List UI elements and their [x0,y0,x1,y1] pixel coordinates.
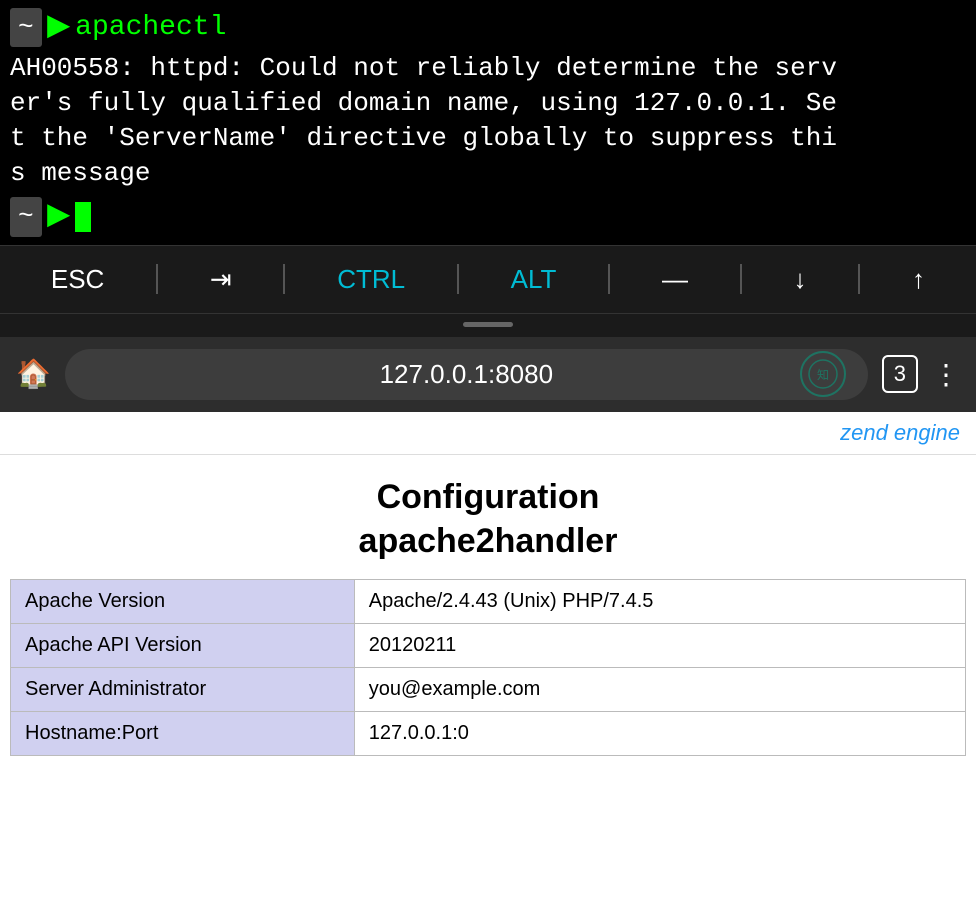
ctrl-key[interactable]: CTRL [327,260,415,299]
esc-key[interactable]: ESC [41,260,114,299]
key-divider-6 [858,264,860,294]
key-divider-2 [283,264,285,294]
more-button[interactable]: ⋮ [932,358,960,391]
table-cell-label: Hostname:Port [11,711,355,755]
key-divider-5 [740,264,742,294]
table-row: Server Administratoryou@example.com [11,667,966,711]
browser-bar: 🏠 127.0.0.1:8080 知 3 ⋮ [0,337,976,412]
command-text: apachectl [75,9,226,47]
config-title: Configuration apache2handler [0,475,976,563]
key-divider-1 [156,264,158,294]
zend-banner: zend engine [0,412,976,455]
table-row: Apache API Version20120211 [11,623,966,667]
cursor-block [75,202,91,232]
dash-key[interactable]: — [652,260,698,299]
alt-key[interactable]: ALT [501,260,567,299]
home-icon[interactable]: 🏠 [16,357,51,392]
terminal-output: AH00558: httpd: Could not reliably deter… [10,51,966,191]
arrow-icon-2: ▶ [48,198,70,236]
table-cell-value: 127.0.0.1:0 [354,711,965,755]
phpinfo-title: Configuration apache2handler [0,455,976,569]
watermark-logo: 知 [798,349,848,399]
down-key[interactable]: ↓ [783,260,816,299]
table-cell-value: you@example.com [354,667,965,711]
tab-key[interactable]: ⇥ [200,260,242,299]
tilde-box-2: ~ [10,197,42,236]
address-text: 127.0.0.1:8080 [380,359,554,390]
tab-badge[interactable]: 3 [882,355,918,393]
table-row: Hostname:Port127.0.0.1:0 [11,711,966,755]
table-cell-label: Apache API Version [11,623,355,667]
terminal: ~ ▶ apachectl AH00558: httpd: Could not … [0,0,976,245]
zend-text: zend engine [840,420,960,445]
address-bar[interactable]: 127.0.0.1:8080 知 [65,349,868,400]
key-divider-4 [608,264,610,294]
table-cell-label: Server Administrator [11,667,355,711]
web-content: zend engine Configuration apache2handler… [0,412,976,922]
key-divider-3 [457,264,459,294]
phpinfo-table: Apache VersionApache/2.4.43 (Unix) PHP/7… [10,579,966,756]
table-cell-value: 20120211 [354,623,965,667]
arrow-icon: ▶ [48,9,70,47]
swipe-indicator [463,322,513,327]
terminal-prompt-line: ~ ▶ apachectl [10,8,966,47]
svg-text:知: 知 [817,368,829,383]
tilde-box: ~ [10,8,42,47]
up-key[interactable]: ↑ [902,260,935,299]
keyboard-bar: ESC ⇥ CTRL ALT — ↓ ↑ [0,245,976,314]
table-cell-label: Apache Version [11,579,355,623]
table-cell-value: Apache/2.4.43 (Unix) PHP/7.4.5 [354,579,965,623]
terminal-cursor-line: ~ ▶ [10,197,966,236]
table-row: Apache VersionApache/2.4.43 (Unix) PHP/7… [11,579,966,623]
